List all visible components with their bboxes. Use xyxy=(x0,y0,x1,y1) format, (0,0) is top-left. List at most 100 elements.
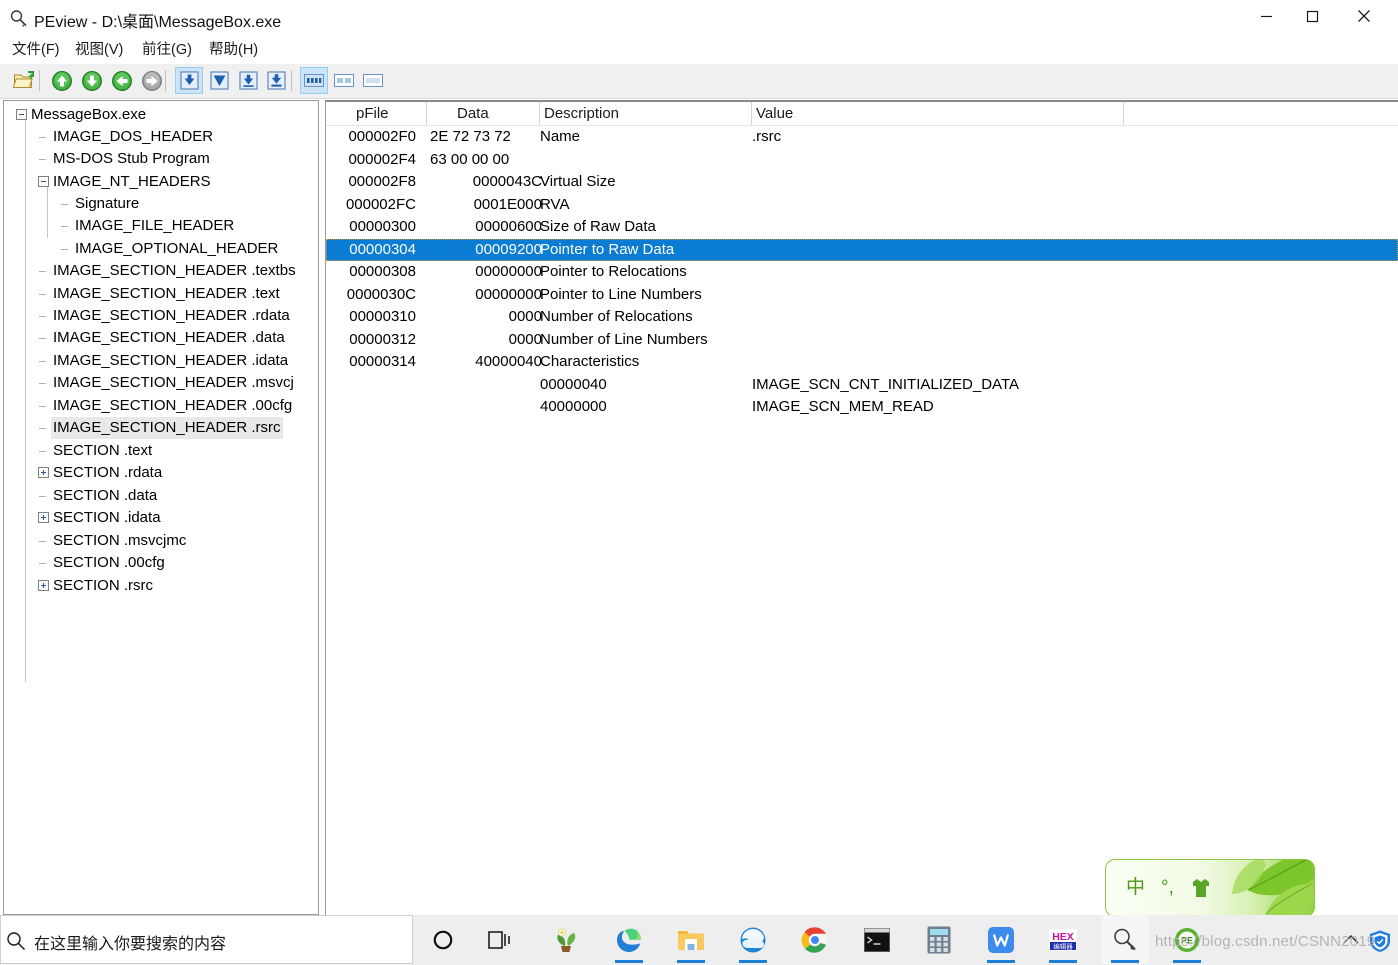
task-view-icon[interactable] xyxy=(477,915,525,964)
microsoft-edge-icon[interactable] xyxy=(605,915,653,964)
onedrive-app-icon[interactable] xyxy=(729,915,777,964)
goto-last-icon[interactable] xyxy=(262,67,290,94)
google-chrome-icon[interactable] xyxy=(791,915,839,964)
table-row[interactable]: 00000300 00000600 Size of Raw Data xyxy=(326,216,1398,239)
tree-branch-dash xyxy=(39,496,46,497)
tree-expand-icon[interactable] xyxy=(38,580,49,591)
tree-collapse-icon[interactable] xyxy=(16,109,27,120)
cell-pfile: 000002F8 xyxy=(348,173,416,190)
tree-expand-icon[interactable] xyxy=(38,512,49,523)
view-dwords-icon[interactable] xyxy=(359,67,387,94)
forward-arrow-gray-icon[interactable] xyxy=(138,67,166,94)
pe-structure-tree[interactable]: MessageBox.exe IMAGE_DOS_HEADER MS-DOS Stu… xyxy=(3,100,319,915)
column-divider[interactable] xyxy=(539,102,540,125)
goto-next-icon[interactable] xyxy=(234,67,262,94)
tree-item[interactable]: SECTION .rdata xyxy=(51,462,164,484)
view-bytes-icon[interactable] xyxy=(300,67,328,94)
tree-item[interactable]: SECTION .msvcjmc xyxy=(51,530,188,552)
table-row[interactable]: 00000310 0000 Number of Relocations xyxy=(326,306,1398,329)
menu-view[interactable]: 视图(V) xyxy=(71,40,127,61)
table-row[interactable]: 00000312 0000 Number of Line Numbers xyxy=(326,329,1398,352)
tree-item[interactable]: IMAGE_SECTION_HEADER .textbs xyxy=(51,260,298,282)
peview-icon[interactable] xyxy=(1101,915,1149,964)
tree-expand-icon[interactable] xyxy=(38,467,49,478)
title-bar: PEview - D:\桌面\MessageBox.exe xyxy=(0,0,1398,38)
tree-item[interactable]: Signature xyxy=(73,193,141,215)
menu-goto[interactable]: 前往(G) xyxy=(138,40,196,61)
tree-item[interactable]: IMAGE_SECTION_HEADER .rdata xyxy=(51,305,292,327)
pe-data-list[interactable]: pFile Data Description Value 000002F0 2E 72 … xyxy=(325,100,1398,915)
tree-branch-dash xyxy=(61,226,68,227)
back-arrow-green-icon[interactable] xyxy=(108,67,136,94)
calculator-icon[interactable] xyxy=(915,915,963,964)
tree-item[interactable]: SECTION .data xyxy=(51,485,159,507)
cell-pfile: 00000308 xyxy=(349,263,416,280)
tree-item[interactable]: IMAGE_SECTION_HEADER .rsrc xyxy=(51,417,283,439)
tree-item[interactable]: SECTION .text xyxy=(51,440,154,462)
up-arrow-green-icon[interactable] xyxy=(48,67,76,94)
tree-item[interactable]: MS-DOS Stub Program xyxy=(51,148,212,170)
table-row[interactable]: 00000304 00009200 Pointer to Raw Data xyxy=(326,238,1398,261)
tree-item[interactable]: IMAGE_SECTION_HEADER .00cfg xyxy=(51,395,294,417)
goto-first-icon[interactable] xyxy=(175,67,203,94)
terminal-icon[interactable] xyxy=(853,915,901,964)
column-header-pfile[interactable]: pFile xyxy=(356,104,389,123)
cell-pfile: 0000030C xyxy=(346,285,416,303)
tree-item-label: MS-DOS Stub Program xyxy=(53,150,210,167)
tree-item[interactable]: SECTION .00cfg xyxy=(51,552,167,574)
maximize-button[interactable] xyxy=(1289,0,1335,32)
table-row[interactable]: 00000308 00000000 Pointer to Relocations xyxy=(326,261,1398,284)
tree-item[interactable]: IMAGE_SECTION_HEADER .text xyxy=(51,283,282,305)
view-words-icon[interactable] xyxy=(330,67,358,94)
tree-item[interactable]: IMAGE_FILE_HEADER xyxy=(73,215,236,237)
tree-item[interactable]: MessageBox.exe xyxy=(29,104,148,126)
tree-branch-dash xyxy=(39,159,46,160)
table-row[interactable]: 000002F8 0000043C Virtual Size xyxy=(326,171,1398,194)
column-header-description[interactable]: Description xyxy=(544,104,619,123)
cortana-icon[interactable] xyxy=(419,915,467,964)
tree-item[interactable]: IMAGE_DOS_HEADER xyxy=(51,126,215,148)
table-row[interactable]: 000002F0 2E 72 73 72 Name .rsrc xyxy=(326,126,1398,149)
column-divider[interactable] xyxy=(426,102,427,125)
tree-item[interactable]: IMAGE_SECTION_HEADER .msvcj xyxy=(51,372,296,394)
goto-section-icon[interactable] xyxy=(205,67,233,94)
file-explorer-icon[interactable] xyxy=(667,915,715,964)
tree-guide-line xyxy=(47,182,48,238)
tree-item[interactable]: IMAGE_OPTIONAL_HEADER xyxy=(73,238,280,260)
table-row[interactable]: 00000314 40000040 Characteristics xyxy=(326,351,1398,374)
table-row[interactable]: 00000040 IMAGE_SCN_CNT_INITIALIZED_DATA xyxy=(326,374,1398,397)
shirt-icon[interactable] xyxy=(1190,878,1212,898)
tree-item[interactable]: IMAGE_NT_HEADERS xyxy=(51,171,213,193)
plant-app-icon[interactable] xyxy=(543,915,591,964)
hex-editor-icon[interactable]: HEX 编辑器 xyxy=(1039,915,1087,964)
magnifier-key-icon xyxy=(9,9,29,29)
tree-content: MessageBox.exe IMAGE_DOS_HEADER MS-DOS Stu… xyxy=(4,101,318,914)
tree-collapse-icon[interactable] xyxy=(38,176,49,187)
ime-mode-indicator[interactable]: 中 xyxy=(1126,876,1145,900)
tree-item[interactable]: IMAGE_SECTION_HEADER .idata xyxy=(51,350,290,372)
cell-data: 00000000 xyxy=(475,263,542,280)
ime-language-bar[interactable]: 中 °, xyxy=(1105,859,1315,917)
menu-help[interactable]: 帮助(H) xyxy=(205,40,262,61)
close-button[interactable] xyxy=(1341,0,1387,32)
column-header-value[interactable]: Value xyxy=(756,104,793,123)
open-file-icon[interactable] xyxy=(10,67,38,94)
wps-writer-icon[interactable] xyxy=(977,915,1025,964)
table-row[interactable]: 000002FC 0001E000 RVA xyxy=(326,194,1398,217)
table-row[interactable]: 000002F4 63 00 00 00 xyxy=(326,149,1398,172)
tree-branch-dash xyxy=(61,249,68,250)
tree-item[interactable]: SECTION .rsrc xyxy=(51,575,155,597)
table-row[interactable]: 0000030C 00000000 Pointer to Line Numbers xyxy=(326,284,1398,307)
tree-item[interactable]: SECTION .idata xyxy=(51,507,163,529)
down-arrow-green-icon[interactable] xyxy=(78,67,106,94)
cell-pfile: 00000310 xyxy=(349,308,416,325)
tree-item-label: IMAGE_SECTION_HEADER .00cfg xyxy=(53,397,293,414)
ime-punctuation-toggle[interactable]: °, xyxy=(1161,876,1174,900)
column-divider[interactable] xyxy=(1123,102,1124,125)
tree-item[interactable]: IMAGE_SECTION_HEADER .data xyxy=(51,327,287,349)
column-divider[interactable] xyxy=(751,102,752,125)
minimize-button[interactable] xyxy=(1243,0,1289,32)
menu-file[interactable]: 文件(F) xyxy=(8,40,64,61)
table-row[interactable]: 40000000 IMAGE_SCN_MEM_READ xyxy=(326,396,1398,419)
column-header-data[interactable]: Data xyxy=(457,104,489,123)
